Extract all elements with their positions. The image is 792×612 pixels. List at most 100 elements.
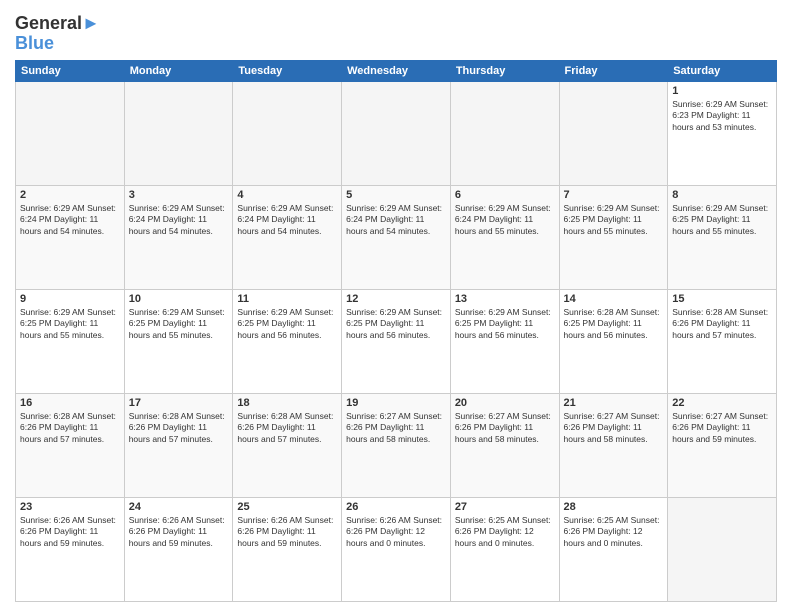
day-number: 27 xyxy=(455,501,555,513)
cell-sun-info: Sunrise: 6:26 AM Sunset: 6:26 PM Dayligh… xyxy=(20,515,120,549)
weekday-header: Monday xyxy=(124,60,233,81)
day-number: 22 xyxy=(672,397,772,409)
calendar-cell xyxy=(450,81,559,185)
cell-sun-info: Sunrise: 6:28 AM Sunset: 6:26 PM Dayligh… xyxy=(20,411,120,445)
day-number: 18 xyxy=(237,397,337,409)
day-number: 4 xyxy=(237,189,337,201)
cell-sun-info: Sunrise: 6:26 AM Sunset: 6:26 PM Dayligh… xyxy=(237,515,337,549)
calendar-cell: 21 Sunrise: 6:27 AM Sunset: 6:26 PM Dayli… xyxy=(559,393,668,497)
calendar-cell: 3 Sunrise: 6:29 AM Sunset: 6:24 PM Daylig… xyxy=(124,185,233,289)
day-number: 19 xyxy=(346,397,446,409)
cell-sun-info: Sunrise: 6:29 AM Sunset: 6:25 PM Dayligh… xyxy=(672,203,772,237)
weekday-header: Thursday xyxy=(450,60,559,81)
calendar-cell: 11 Sunrise: 6:29 AM Sunset: 6:25 PM Dayli… xyxy=(233,289,342,393)
calendar-cell: 6 Sunrise: 6:29 AM Sunset: 6:24 PM Daylig… xyxy=(450,185,559,289)
calendar-cell xyxy=(668,497,777,601)
cell-sun-info: Sunrise: 6:29 AM Sunset: 6:25 PM Dayligh… xyxy=(20,307,120,341)
day-number: 12 xyxy=(346,293,446,305)
cell-sun-info: Sunrise: 6:29 AM Sunset: 6:25 PM Dayligh… xyxy=(346,307,446,341)
calendar-cell: 10 Sunrise: 6:29 AM Sunset: 6:25 PM Dayli… xyxy=(124,289,233,393)
cell-sun-info: Sunrise: 6:26 AM Sunset: 6:26 PM Dayligh… xyxy=(129,515,229,549)
day-number: 16 xyxy=(20,397,120,409)
weekday-header: Friday xyxy=(559,60,668,81)
day-number: 6 xyxy=(455,189,555,201)
cell-sun-info: Sunrise: 6:27 AM Sunset: 6:26 PM Dayligh… xyxy=(346,411,446,445)
cell-sun-info: Sunrise: 6:29 AM Sunset: 6:24 PM Dayligh… xyxy=(237,203,337,237)
day-number: 17 xyxy=(129,397,229,409)
logo-line1: General► xyxy=(15,14,100,34)
day-number: 7 xyxy=(564,189,664,201)
day-number: 2 xyxy=(20,189,120,201)
calendar-cell: 18 Sunrise: 6:28 AM Sunset: 6:26 PM Dayli… xyxy=(233,393,342,497)
calendar-cell xyxy=(233,81,342,185)
calendar-cell: 25 Sunrise: 6:26 AM Sunset: 6:26 PM Dayli… xyxy=(233,497,342,601)
calendar-cell: 12 Sunrise: 6:29 AM Sunset: 6:25 PM Dayli… xyxy=(342,289,451,393)
cell-sun-info: Sunrise: 6:29 AM Sunset: 6:24 PM Dayligh… xyxy=(20,203,120,237)
day-number: 26 xyxy=(346,501,446,513)
calendar-cell: 4 Sunrise: 6:29 AM Sunset: 6:24 PM Daylig… xyxy=(233,185,342,289)
weekday-header: Sunday xyxy=(16,60,125,81)
day-number: 25 xyxy=(237,501,337,513)
day-number: 13 xyxy=(455,293,555,305)
calendar-cell: 15Sunrise: 6:28 AM Sunset: 6:26 PM Dayli… xyxy=(668,289,777,393)
weekday-header: Saturday xyxy=(668,60,777,81)
calendar-cell: 1 Sunrise: 6:29 AM Sunset: 6:23 PM Daylig… xyxy=(668,81,777,185)
calendar-cell xyxy=(559,81,668,185)
cell-sun-info: Sunrise: 6:26 AM Sunset: 6:26 PM Dayligh… xyxy=(346,515,446,549)
logo: General► Blue xyxy=(15,14,100,54)
calendar-cell: 5 Sunrise: 6:29 AM Sunset: 6:24 PM Daylig… xyxy=(342,185,451,289)
calendar-cell: 19 Sunrise: 6:27 AM Sunset: 6:26 PM Dayli… xyxy=(342,393,451,497)
calendar-cell: 23 Sunrise: 6:26 AM Sunset: 6:26 PM Dayli… xyxy=(16,497,125,601)
cell-sun-info: Sunrise: 6:28 AM Sunset: 6:26 PM Dayligh… xyxy=(129,411,229,445)
calendar-cell xyxy=(342,81,451,185)
day-number: 15 xyxy=(672,293,772,305)
calendar-cell: 24 Sunrise: 6:26 AM Sunset: 6:26 PM Dayli… xyxy=(124,497,233,601)
calendar-cell: 26 Sunrise: 6:26 AM Sunset: 6:26 PM Dayli… xyxy=(342,497,451,601)
calendar-cell: 13 Sunrise: 6:29 AM Sunset: 6:25 PM Dayli… xyxy=(450,289,559,393)
cell-sun-info: Sunrise: 6:29 AM Sunset: 6:24 PM Dayligh… xyxy=(346,203,446,237)
page: General► Blue SundayMondayTuesdayWednesd… xyxy=(0,0,792,612)
calendar-cell: 16 Sunrise: 6:28 AM Sunset: 6:26 PM Dayli… xyxy=(16,393,125,497)
day-number: 3 xyxy=(129,189,229,201)
calendar-cell: 2 Sunrise: 6:29 AM Sunset: 6:24 PM Daylig… xyxy=(16,185,125,289)
cell-sun-info: Sunrise: 6:27 AM Sunset: 6:26 PM Dayligh… xyxy=(564,411,664,445)
calendar-cell xyxy=(124,81,233,185)
day-number: 5 xyxy=(346,189,446,201)
cell-sun-info: Sunrise: 6:29 AM Sunset: 6:24 PM Dayligh… xyxy=(129,203,229,237)
weekday-header: Tuesday xyxy=(233,60,342,81)
logo-line2: Blue xyxy=(15,34,100,54)
calendar-cell: 17 Sunrise: 6:28 AM Sunset: 6:26 PM Dayli… xyxy=(124,393,233,497)
day-number: 10 xyxy=(129,293,229,305)
day-number: 8 xyxy=(672,189,772,201)
cell-sun-info: Sunrise: 6:25 AM Sunset: 6:26 PM Dayligh… xyxy=(455,515,555,549)
calendar-cell: 9 Sunrise: 6:29 AM Sunset: 6:25 PM Daylig… xyxy=(16,289,125,393)
day-number: 11 xyxy=(237,293,337,305)
day-number: 14 xyxy=(564,293,664,305)
day-number: 1 xyxy=(672,85,772,97)
day-number: 24 xyxy=(129,501,229,513)
day-number: 20 xyxy=(455,397,555,409)
day-number: 23 xyxy=(20,501,120,513)
cell-sun-info: Sunrise: 6:29 AM Sunset: 6:24 PM Dayligh… xyxy=(455,203,555,237)
cell-sun-info: Sunrise: 6:27 AM Sunset: 6:26 PM Dayligh… xyxy=(455,411,555,445)
calendar-cell: 28Sunrise: 6:25 AM Sunset: 6:26 PM Dayli… xyxy=(559,497,668,601)
weekday-header: Wednesday xyxy=(342,60,451,81)
calendar-table: SundayMondayTuesdayWednesdayThursdayFrid… xyxy=(15,60,777,602)
day-number: 9 xyxy=(20,293,120,305)
cell-sun-info: Sunrise: 6:29 AM Sunset: 6:23 PM Dayligh… xyxy=(672,99,772,133)
cell-sun-info: Sunrise: 6:27 AM Sunset: 6:26 PM Dayligh… xyxy=(672,411,772,445)
day-number: 21 xyxy=(564,397,664,409)
calendar-cell: 27 Sunrise: 6:25 AM Sunset: 6:26 PM Dayli… xyxy=(450,497,559,601)
calendar-cell: 20 Sunrise: 6:27 AM Sunset: 6:26 PM Dayli… xyxy=(450,393,559,497)
cell-sun-info: Sunrise: 6:28 AM Sunset: 6:26 PM Dayligh… xyxy=(237,411,337,445)
cell-sun-info: Sunrise: 6:29 AM Sunset: 6:25 PM Dayligh… xyxy=(237,307,337,341)
header: General► Blue xyxy=(15,10,777,54)
calendar-cell: 14 Sunrise: 6:28 AM Sunset: 6:25 PM Dayli… xyxy=(559,289,668,393)
cell-sun-info: Sunrise: 6:29 AM Sunset: 6:25 PM Dayligh… xyxy=(129,307,229,341)
cell-sun-info: Sunrise: 6:29 AM Sunset: 6:25 PM Dayligh… xyxy=(455,307,555,341)
cell-sun-info: Sunrise: 6:29 AM Sunset: 6:25 PM Dayligh… xyxy=(564,203,664,237)
calendar-cell: 22 Sunrise: 6:27 AM Sunset: 6:26 PM Dayli… xyxy=(668,393,777,497)
calendar-cell: 8 Sunrise: 6:29 AM Sunset: 6:25 PM Daylig… xyxy=(668,185,777,289)
cell-sun-info: Sunrise: 6:25 AM Sunset: 6:26 PM Dayligh… xyxy=(564,515,664,549)
cell-sun-info: Sunrise: 6:28 AM Sunset: 6:25 PM Dayligh… xyxy=(564,307,664,341)
